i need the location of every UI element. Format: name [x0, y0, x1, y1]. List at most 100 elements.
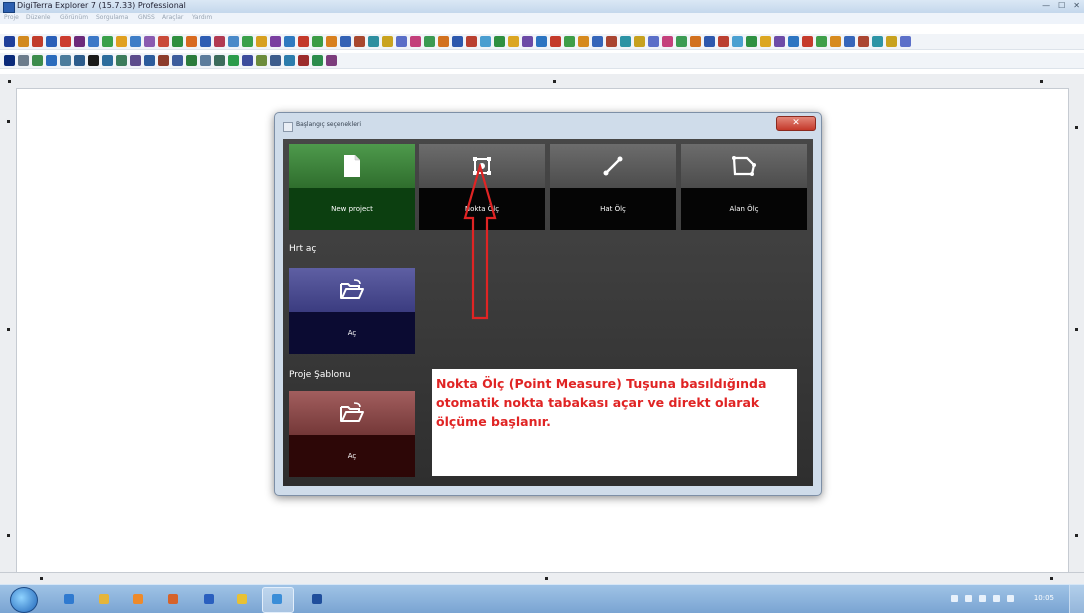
toolbar-tool-icon[interactable]	[410, 36, 421, 47]
start-button[interactable]	[10, 587, 38, 613]
toolbar-tool-icon[interactable]	[298, 36, 309, 47]
toolbar-tool-icon[interactable]	[172, 36, 183, 47]
new-project-tile[interactable]: New project	[289, 144, 415, 230]
toolbar-tool-icon[interactable]	[158, 55, 169, 66]
maximize-button[interactable]: ☐	[1058, 1, 1065, 10]
menu-item-araclar[interactable]: Araçlar	[162, 14, 183, 21]
toolbar-tool-icon[interactable]	[788, 36, 799, 47]
ruler-top[interactable]	[0, 74, 1084, 89]
toolbar-tool-icon[interactable]	[46, 36, 57, 47]
toolbar-tool-icon[interactable]	[214, 55, 225, 66]
show-desktop-button[interactable]	[1069, 585, 1084, 613]
toolbar-tool-icon[interactable]	[32, 36, 43, 47]
toolbar-tool-icon[interactable]	[550, 36, 561, 47]
toolbar-tool-icon[interactable]	[60, 36, 71, 47]
toolbar-tool-icon[interactable]	[32, 55, 43, 66]
toolbar-tool-icon[interactable]	[354, 36, 365, 47]
toolbar-tool-icon[interactable]	[536, 36, 547, 47]
menu-item-yardim[interactable]: Yardım	[192, 14, 212, 21]
chrome-icon[interactable]	[237, 594, 247, 604]
menu-item-gnss[interactable]: GNSS	[138, 14, 155, 21]
toolbar-tool-icon[interactable]	[88, 36, 99, 47]
toolbar-tool-icon[interactable]	[424, 36, 435, 47]
toolbar-tool-icon[interactable]	[200, 36, 211, 47]
toolbar-tool-icon[interactable]	[200, 55, 211, 66]
toolbar-tool-icon[interactable]	[74, 55, 85, 66]
menu-item-sorgulama[interactable]: Sorgulama	[96, 14, 128, 21]
toolbar-tool-icon[interactable]	[270, 36, 281, 47]
open-map-tile[interactable]: Aç	[289, 268, 415, 354]
toolbar-tool-icon[interactable]	[312, 55, 323, 66]
toolbar-tool-icon[interactable]	[564, 36, 575, 47]
toolbar-tool-icon[interactable]	[284, 36, 295, 47]
toolbar-tool-icon[interactable]	[242, 36, 253, 47]
toolbar-tool-icon[interactable]	[382, 36, 393, 47]
toolbar-tool-icon[interactable]	[4, 55, 15, 66]
ruler-right[interactable]	[1068, 88, 1084, 572]
toolbar-tool-icon[interactable]	[74, 36, 85, 47]
toolbar-tool-icon[interactable]	[228, 36, 239, 47]
toolbar-tool-icon[interactable]	[256, 55, 267, 66]
toolbar-tool-icon[interactable]	[186, 36, 197, 47]
toolbar-tool-icon[interactable]	[396, 36, 407, 47]
toolbar-tool-icon[interactable]	[172, 55, 183, 66]
clock[interactable]: 10:05	[1034, 594, 1054, 602]
toolbar-tool-icon[interactable]	[648, 36, 659, 47]
toolbar-tool-icon[interactable]	[130, 36, 141, 47]
toolbar-tool-icon[interactable]	[158, 36, 169, 47]
toolbar-tool-icon[interactable]	[102, 55, 113, 66]
toolbar-tool-icon[interactable]	[606, 36, 617, 47]
menu-item-gorunum[interactable]: Görünüm	[60, 14, 88, 21]
toolbar-tool-icon[interactable]	[886, 36, 897, 47]
toolbar-tool-icon[interactable]	[620, 36, 631, 47]
dialog-close-button[interactable]: ✕	[776, 116, 816, 131]
toolbar-tool-icon[interactable]	[690, 36, 701, 47]
toolbar-tool-icon[interactable]	[452, 36, 463, 47]
toolbar-tool-icon[interactable]	[858, 36, 869, 47]
toolbar-tool-icon[interactable]	[18, 36, 29, 47]
toolbar-tool-icon[interactable]	[326, 55, 337, 66]
paint-icon[interactable]	[272, 594, 282, 604]
toolbar-tool-icon[interactable]	[228, 55, 239, 66]
toolbar-tool-icon[interactable]	[312, 36, 323, 47]
alan-olc-tile[interactable]: Alan Ölç	[681, 144, 807, 230]
toolbar-tool-icon[interactable]	[18, 55, 29, 66]
ruler-left[interactable]	[0, 88, 17, 572]
toolbar-tool-icon[interactable]	[872, 36, 883, 47]
toolbar-tool-icon[interactable]	[46, 55, 57, 66]
toolbar-tool-icon[interactable]	[88, 55, 99, 66]
open-template-tile[interactable]: Aç	[289, 391, 415, 477]
toolbar-tool-icon[interactable]	[830, 36, 841, 47]
toolbar-tool-icon[interactable]	[144, 36, 155, 47]
toolbar-tool-icon[interactable]	[116, 55, 127, 66]
explorer-icon[interactable]	[99, 594, 109, 604]
toolbar-tool-icon[interactable]	[4, 36, 15, 47]
toolbar-tool-icon[interactable]	[732, 36, 743, 47]
toolbar-tool-icon[interactable]	[494, 36, 505, 47]
toolbar-tool-icon[interactable]	[144, 55, 155, 66]
toolbar-tool-icon[interactable]	[214, 36, 225, 47]
toolbar-tool-icon[interactable]	[718, 36, 729, 47]
toolbar-tool-icon[interactable]	[242, 55, 253, 66]
toolbar-tool-icon[interactable]	[844, 36, 855, 47]
toolbar-tool-icon[interactable]	[256, 36, 267, 47]
toolbar-tool-icon[interactable]	[522, 36, 533, 47]
toolbar-tool-icon[interactable]	[466, 36, 477, 47]
toolbar-tool-icon[interactable]	[130, 55, 141, 66]
toolbar-tool-icon[interactable]	[760, 36, 771, 47]
toolbar-tool-icon[interactable]	[368, 36, 379, 47]
toolbar-tool-icon[interactable]	[634, 36, 645, 47]
toolbar-tool-icon[interactable]	[578, 36, 589, 47]
toolbar-tool-icon[interactable]	[298, 55, 309, 66]
hat-olc-tile[interactable]: Hat Ölç	[550, 144, 676, 230]
toolbar-tool-icon[interactable]	[662, 36, 673, 47]
system-tray[interactable]	[951, 595, 1014, 602]
toolbar-tool-icon[interactable]	[508, 36, 519, 47]
toolbar-tool-icon[interactable]	[102, 36, 113, 47]
toolbar-tool-icon[interactable]	[676, 36, 687, 47]
toolbar-tool-icon[interactable]	[480, 36, 491, 47]
toolbar-tool-icon[interactable]	[284, 55, 295, 66]
ie-icon[interactable]	[64, 594, 74, 604]
menu-item-duzenle[interactable]: Düzenle	[26, 14, 50, 21]
menu-item-proje[interactable]: Proje	[4, 14, 19, 21]
